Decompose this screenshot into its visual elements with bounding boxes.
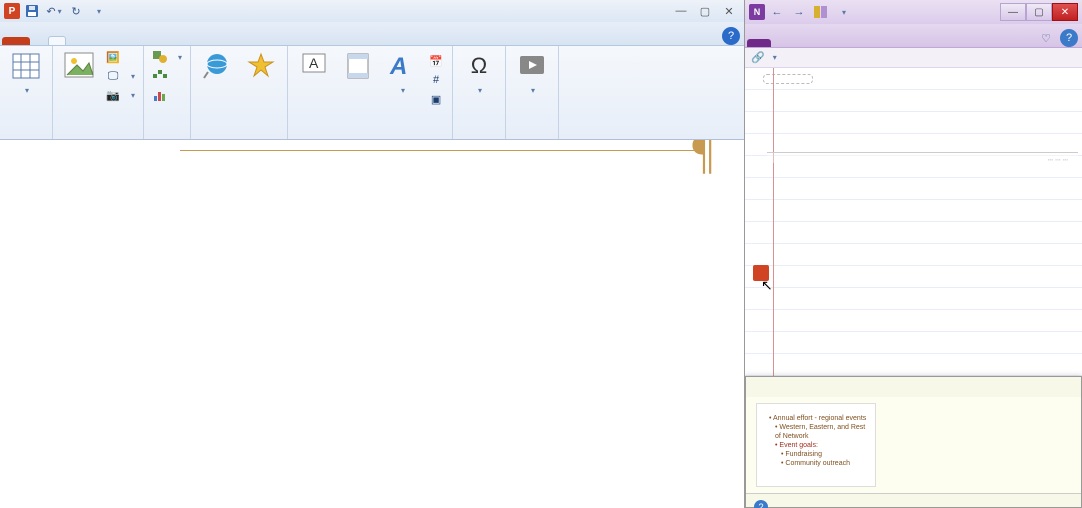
link-icon[interactable]: 🔗	[751, 51, 765, 64]
ribbon-tabs: ?	[0, 22, 744, 46]
help-icon[interactable]: ?	[722, 27, 740, 45]
tab-file[interactable]	[2, 37, 30, 45]
slide-divider-graphic: ¶	[180, 150, 704, 151]
text-options-icon[interactable]: 📅	[426, 52, 446, 70]
on-toolbar: 🔗 ▾	[745, 48, 1082, 68]
on-tab-pagine[interactable]	[821, 39, 837, 47]
on-forward-icon[interactable]: →	[789, 3, 809, 21]
on-close-button[interactable]: ✕	[1052, 3, 1078, 21]
on-qat-dropdown-icon[interactable]: ▾	[833, 3, 853, 21]
group-tabelle-label	[6, 135, 46, 139]
on-title-bar: N ← → ▾ — ▢ ✕	[745, 0, 1082, 24]
azione-button[interactable]	[241, 48, 281, 86]
tooltip-filename	[746, 377, 1081, 389]
ornament-icon: ¶	[692, 140, 714, 180]
group-illustrazioni-label	[150, 135, 184, 139]
tab-componenti[interactable]	[162, 37, 178, 45]
svg-text:A: A	[309, 55, 319, 71]
attachment-tooltip: • Annual effort - regional events • West…	[745, 376, 1082, 508]
slide-canvas[interactable]: ¶	[0, 140, 744, 508]
elementi-multimediali-button[interactable]: ▾	[512, 48, 552, 97]
qat-customize-icon[interactable]: ▾	[88, 2, 108, 20]
immagine-button[interactable]	[59, 48, 99, 86]
on-tab-visualizza[interactable]	[805, 39, 821, 47]
onenote-logo-icon: N	[749, 4, 765, 20]
on-restore-button[interactable]: ▢	[1026, 3, 1052, 21]
minimize-button[interactable]: —	[670, 3, 692, 19]
on-minimize-button[interactable]: —	[1000, 3, 1026, 21]
on-tab-home[interactable]	[773, 39, 789, 47]
schermata-button[interactable]: 🖵▾	[103, 67, 137, 85]
redo-icon[interactable]: ↻	[66, 2, 86, 20]
simboli-button[interactable]: Ω ▾	[459, 48, 499, 97]
close-button[interactable]: ✕	[718, 3, 740, 19]
tab-revisione[interactable]	[130, 37, 146, 45]
group-immagini-label	[59, 135, 137, 139]
save-icon[interactable]	[22, 2, 42, 20]
clipart-button[interactable]: 🖼️	[103, 48, 137, 66]
intestazione-button[interactable]	[338, 48, 378, 86]
on-expand-ribbon-icon[interactable]: ♡	[1036, 29, 1056, 47]
tooltip-footer: ?	[746, 493, 1081, 508]
on-tab-disegno[interactable]	[789, 39, 805, 47]
svg-text:A: A	[389, 53, 407, 80]
powerpoint-window: P ↶▾ ↻ ▾ — ▢ ✕ ? ▾	[0, 0, 745, 508]
tab-formato[interactable]	[178, 37, 194, 45]
page-title[interactable]	[763, 74, 813, 84]
slide-thumbnail: • Annual effort - regional events • West…	[756, 403, 876, 487]
ribbon-body: ▾ 🖼️ 🖵▾ 📷▾	[0, 46, 744, 140]
note-container[interactable]: ┄┄┄ ↖	[767, 152, 1078, 163]
tabella-button[interactable]: ▾	[6, 48, 46, 97]
container-grip-icon[interactable]: ┄┄┄	[1048, 155, 1070, 166]
on-ribbon-tabs: ♡ ?	[745, 24, 1082, 48]
forme-button[interactable]: ▾	[150, 48, 184, 66]
tab-animazioni[interactable]	[98, 37, 114, 45]
on-tab-file[interactable]	[747, 39, 771, 47]
on-back-icon[interactable]: ←	[767, 3, 787, 21]
pp-title-bar: P ↶▾ ↻ ▾ — ▢ ✕	[0, 0, 744, 22]
onenote-window: N ← → ▾ — ▢ ✕ ♡ ? 🔗 ▾	[745, 0, 1082, 508]
smartart-button[interactable]	[150, 67, 184, 85]
tab-progettazione[interactable]	[66, 37, 82, 45]
slide-number-icon[interactable]: #	[426, 71, 446, 89]
casella-di-testo-button[interactable]: A	[294, 48, 334, 86]
restore-button[interactable]: ▢	[694, 3, 716, 19]
tab-presentazione[interactable]	[114, 37, 130, 45]
tab-transizioni[interactable]	[82, 37, 98, 45]
tooltip-title	[746, 389, 1081, 397]
tab-inserisci[interactable]	[48, 36, 66, 45]
wordart-button[interactable]: A ▾	[382, 48, 422, 97]
on-dock-icon[interactable]	[811, 3, 831, 21]
info-icon: ?	[754, 500, 768, 508]
link-dropdown-icon[interactable]: ▾	[773, 53, 777, 62]
tab-home[interactable]	[32, 37, 48, 45]
on-help-icon[interactable]: ?	[1060, 29, 1078, 47]
group-testo-label	[294, 135, 446, 139]
object-icon[interactable]: ▣	[426, 90, 446, 108]
cursor-icon: ↖	[761, 277, 773, 294]
album-foto-button[interactable]: 📷▾	[103, 86, 137, 104]
collegamento-ipertestuale-button[interactable]	[197, 48, 237, 86]
tab-visualizza[interactable]	[146, 37, 162, 45]
group-collegamenti-label	[197, 135, 281, 139]
grafico-button[interactable]	[150, 86, 184, 104]
powerpoint-logo-icon: P	[4, 3, 20, 19]
undo-icon[interactable]: ↶▾	[44, 2, 64, 20]
on-page-area[interactable]: ┄┄┄ ↖ • Annual effort - regional events …	[745, 68, 1082, 508]
